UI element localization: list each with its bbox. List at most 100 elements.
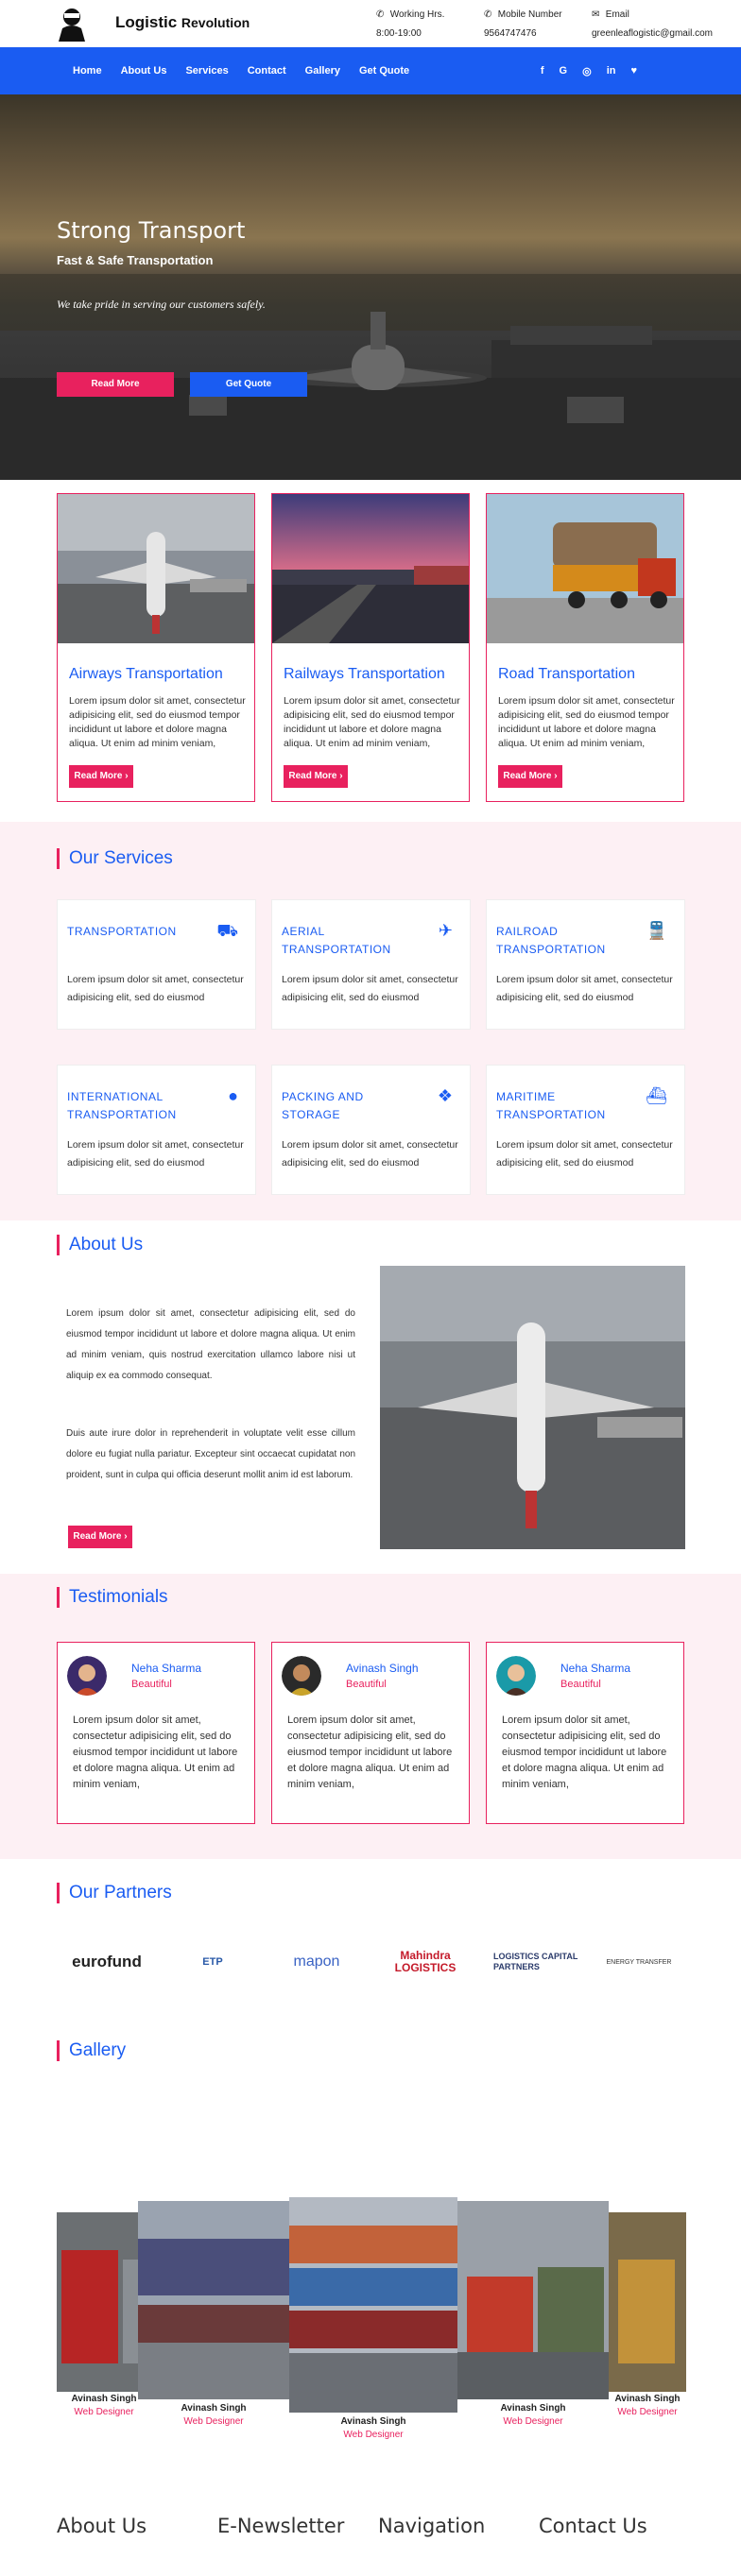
nav-services[interactable]: Services bbox=[185, 65, 228, 77]
testimonial-text: Lorem ipsum dolor sit amet, consectetur … bbox=[502, 1714, 667, 1790]
phone-icon: ✆ bbox=[376, 9, 385, 20]
mobile-label: Mobile Number bbox=[497, 9, 562, 20]
email-value[interactable]: greenleaflogistic@gmail.com bbox=[592, 28, 713, 39]
nav-about[interactable]: About Us bbox=[121, 65, 167, 77]
linkedin-icon[interactable]: in bbox=[607, 65, 616, 77]
ship-icon: ⛴ bbox=[646, 1086, 667, 1105]
road-image bbox=[487, 494, 683, 643]
gallery-caption-name: Avinash Singh bbox=[614, 2394, 681, 2404]
footer-about-heading: About Us bbox=[57, 2515, 147, 2537]
email-label: Email bbox=[605, 9, 629, 20]
hero-airport-image bbox=[0, 312, 741, 480]
email-info: ✉ Email greenleaflogistic@gmail.com bbox=[592, 6, 713, 43]
gallery-caption-role: Web Designer bbox=[183, 2416, 244, 2427]
gallery-caption-role: Web Designer bbox=[74, 2407, 134, 2417]
footer-newsletter-heading: E-Newsletter bbox=[217, 2515, 345, 2537]
service-text: Lorem ipsum dolor sit amet, consectetur … bbox=[496, 974, 673, 1003]
google-icon[interactable]: G bbox=[560, 65, 568, 77]
gallery-image bbox=[138, 2201, 289, 2399]
about-read-more-button[interactable]: Read More › bbox=[68, 1526, 132, 1548]
airways-read-more-label: Read More bbox=[74, 771, 123, 781]
gallery-item[interactable]: Avinash Singh Web Designer bbox=[57, 2212, 151, 2425]
gallery-item[interactable]: Avinash Singh Web Designer bbox=[609, 2212, 686, 2425]
nav-home[interactable]: Home bbox=[73, 65, 102, 77]
about-paragraph-2: Duis aute irure dolor in reprehenderit i… bbox=[66, 1428, 355, 1480]
service-text: Lorem ipsum dolor sit amet, consectetur … bbox=[496, 1139, 673, 1169]
testimonials-title: Testimonials bbox=[57, 1587, 168, 1608]
top-bar: Logistic Revolution ✆ Working Hrs. 8:00-… bbox=[0, 0, 741, 47]
main-nav: Home About Us Services Contact Gallery G… bbox=[0, 47, 741, 94]
facebook-icon[interactable]: f bbox=[541, 65, 544, 77]
about-image bbox=[380, 1266, 685, 1549]
about-paragraph-1: Lorem ipsum dolor sit amet, consectetur … bbox=[66, 1308, 355, 1381]
chevron-right-icon: › bbox=[339, 771, 343, 781]
gallery-caption-role: Web Designer bbox=[503, 2416, 563, 2427]
road-read-more-button[interactable]: Read More › bbox=[498, 765, 562, 788]
gallery-caption-name: Avinash Singh bbox=[500, 2403, 566, 2414]
partner-logo-energy-transfer[interactable]: ENERGY TRANSFER bbox=[592, 1948, 686, 1976]
service-card[interactable]: RAILROAD TRANSPORTATION 🚆 Lorem ipsum do… bbox=[486, 899, 685, 1030]
hero-title: Strong Transport bbox=[57, 217, 246, 244]
service-card[interactable]: INTERNATIONAL TRANSPORTATION ● Lorem ips… bbox=[57, 1065, 256, 1195]
service-card[interactable]: TRANSPORTATION ⛟ Lorem ipsum dolor sit a… bbox=[57, 899, 256, 1030]
testimonial-role: Beautiful bbox=[131, 1679, 172, 1690]
testimonial-text: Lorem ipsum dolor sit amet, consectetur … bbox=[73, 1714, 238, 1790]
services-section: Our Services TRANSPORTATION ⛟ Lorem ipsu… bbox=[0, 822, 741, 1220]
testimonial-name: Neha Sharma bbox=[560, 1662, 631, 1675]
dropbox-icon: ❖ bbox=[437, 1086, 453, 1105]
logo-icon[interactable] bbox=[55, 6, 89, 42]
nav-contact[interactable]: Contact bbox=[248, 65, 286, 77]
gallery-caption-role: Web Designer bbox=[617, 2407, 678, 2417]
brand-name[interactable]: Logistic Revolution bbox=[115, 13, 250, 32]
plane-icon: ✈ bbox=[438, 921, 453, 940]
avatar bbox=[282, 1656, 321, 1696]
nav-get-quote[interactable]: Get Quote bbox=[359, 65, 409, 77]
instagram-icon[interactable]: ◎ bbox=[582, 65, 592, 77]
gallery-item[interactable]: Avinash Singh Web Designer bbox=[138, 2201, 289, 2442]
airways-text: Lorem ipsum dolor sit amet, consectetur … bbox=[69, 695, 246, 749]
footer-contact-heading: Contact Us bbox=[539, 2515, 647, 2537]
hero-subtitle: Fast & Safe Transportation bbox=[57, 253, 214, 267]
chevron-right-icon: › bbox=[125, 771, 129, 781]
truck-icon: ⛟ bbox=[216, 921, 238, 940]
airways-read-more-button[interactable]: Read More › bbox=[69, 765, 133, 788]
chevron-right-icon: › bbox=[124, 1531, 128, 1542]
hero-read-more-button[interactable]: Read More bbox=[57, 372, 174, 397]
service-card[interactable]: PACKING AND STORAGE ❖ Lorem ipsum dolor … bbox=[271, 1065, 471, 1195]
railways-read-more-button[interactable]: Read More › bbox=[284, 765, 348, 788]
mail-icon: ✉ bbox=[592, 9, 600, 20]
gallery-caption-name: Avinash Singh bbox=[71, 2394, 137, 2404]
service-card[interactable]: AERIAL TRANSPORTATION ✈ Lorem ipsum dolo… bbox=[271, 899, 471, 1030]
partner-logo-mapon[interactable]: mapon bbox=[279, 1948, 354, 1976]
partner-logo-eurofund[interactable]: eurofund bbox=[64, 1948, 149, 1976]
service-text: Lorem ipsum dolor sit amet, consectetur … bbox=[282, 974, 458, 1003]
social-links: f G ◎ in ♥ bbox=[526, 47, 637, 94]
airways-card: Airways Transportation Lorem ipsum dolor… bbox=[57, 493, 255, 802]
brand-sub: Revolution bbox=[181, 15, 250, 30]
partner-logo-lcp[interactable]: LOGISTICS CAPITAL PARTNERS bbox=[493, 1948, 578, 1976]
mobile-value[interactable]: 9564747476 bbox=[484, 28, 537, 39]
service-card[interactable]: MARITIME TRANSPORTATION ⛴ Lorem ipsum do… bbox=[486, 1065, 685, 1195]
train-icon: 🚆 bbox=[646, 921, 667, 940]
testimonial-name: Avinash Singh bbox=[346, 1662, 419, 1675]
partner-logo-mahindra[interactable]: Mahindra LOGISTICS bbox=[378, 1948, 473, 1976]
service-text: Lorem ipsum dolor sit amet, consectetur … bbox=[67, 1139, 244, 1169]
avatar bbox=[67, 1656, 107, 1696]
road-title: Road Transportation bbox=[498, 666, 635, 682]
gallery-item[interactable]: Avinash Singh Web Designer bbox=[289, 2197, 457, 2452]
gallery-caption-role: Web Designer bbox=[343, 2430, 404, 2440]
testimonial-text: Lorem ipsum dolor sit amet, consectetur … bbox=[287, 1714, 453, 1790]
gallery-item[interactable]: Avinash Singh Web Designer bbox=[457, 2201, 609, 2442]
gallery-caption-name: Avinash Singh bbox=[340, 2416, 406, 2427]
working-label: Working Hrs. bbox=[389, 9, 445, 20]
gallery-image bbox=[289, 2197, 457, 2413]
about-read-more-label: Read More bbox=[73, 1531, 122, 1542]
railways-card: Railways Transportation Lorem ipsum dolo… bbox=[271, 493, 470, 802]
twitter-icon[interactable]: ♥ bbox=[630, 65, 637, 77]
partner-logo-etp[interactable]: ETP bbox=[170, 1948, 255, 1976]
service-title: TRANSPORTATION bbox=[67, 925, 177, 938]
testimonial-card: Neha Sharma Beautiful Lorem ipsum dolor … bbox=[57, 1642, 255, 1824]
hero-get-quote-button[interactable]: Get Quote bbox=[190, 372, 307, 397]
chevron-right-icon: › bbox=[554, 771, 558, 781]
nav-gallery[interactable]: Gallery bbox=[305, 65, 340, 77]
